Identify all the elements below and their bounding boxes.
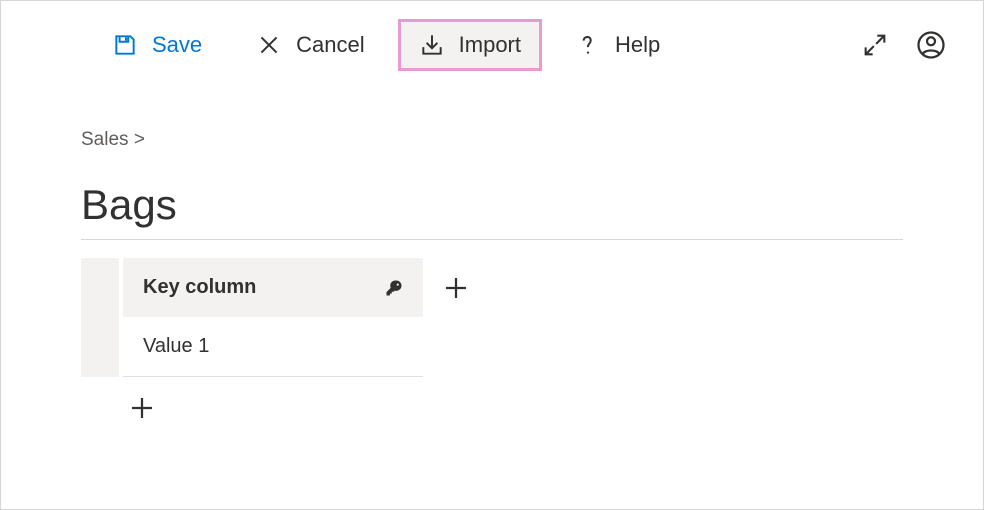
- row-gutter: [81, 317, 119, 377]
- save-button[interactable]: Save: [91, 19, 223, 71]
- help-icon: [575, 32, 601, 58]
- key-column-label: Key column: [143, 276, 256, 299]
- import-label: Import: [459, 32, 521, 58]
- toolbar: Save Cancel Import Help: [1, 1, 983, 89]
- add-row-button[interactable]: [127, 393, 157, 423]
- person-icon: [916, 30, 946, 60]
- breadcrumb-separator: >: [134, 129, 145, 150]
- save-icon: [112, 32, 138, 58]
- table-cell[interactable]: Value 1: [123, 317, 423, 377]
- add-column-button[interactable]: [441, 273, 471, 303]
- expand-icon: [861, 31, 889, 59]
- data-table: Key column Value 1: [81, 258, 903, 428]
- key-icon: [385, 279, 403, 297]
- expand-button[interactable]: [853, 23, 897, 67]
- table-row[interactable]: Value 1: [81, 317, 903, 377]
- cancel-label: Cancel: [296, 32, 364, 58]
- account-button[interactable]: [909, 23, 953, 67]
- close-icon: [256, 32, 282, 58]
- breadcrumb-parent[interactable]: Sales: [81, 129, 129, 150]
- row-gutter: [81, 258, 119, 317]
- cancel-button[interactable]: Cancel: [235, 19, 385, 71]
- key-column-header[interactable]: Key column: [123, 258, 423, 317]
- add-row-area: [81, 377, 903, 428]
- content-area: Sales > Bags Key column: [1, 129, 983, 428]
- save-label: Save: [152, 32, 202, 58]
- breadcrumb[interactable]: Sales >: [81, 129, 903, 151]
- help-label: Help: [615, 32, 660, 58]
- help-button[interactable]: Help: [554, 19, 681, 71]
- import-icon: [419, 32, 445, 58]
- page-title: Bags: [81, 181, 903, 240]
- add-column-area: [423, 258, 471, 317]
- import-button[interactable]: Import: [398, 19, 542, 71]
- header-row: Key column: [81, 258, 903, 317]
